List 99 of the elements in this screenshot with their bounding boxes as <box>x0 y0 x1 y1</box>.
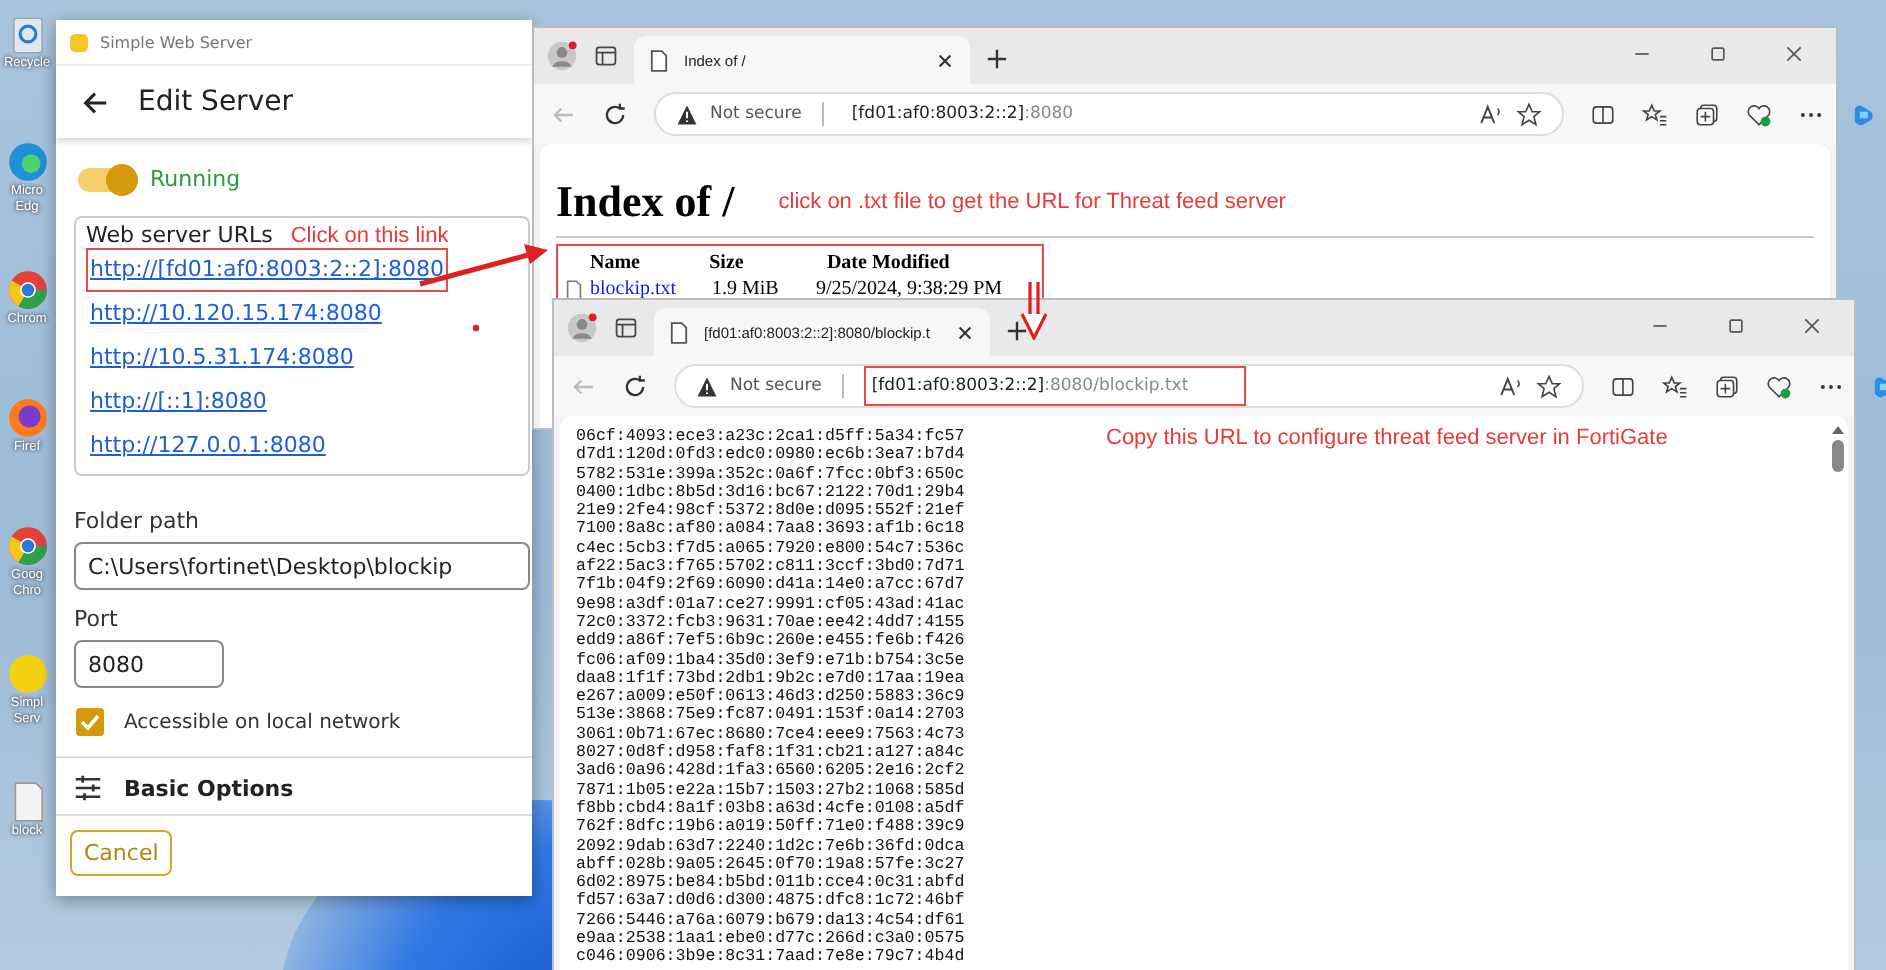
profile-icon[interactable] <box>546 40 578 72</box>
status-label: Running <box>150 166 241 192</box>
page-icon <box>670 321 688 343</box>
profile-icon[interactable] <box>566 312 598 344</box>
new-tab-icon[interactable] <box>986 48 1008 70</box>
text-line: 9e98:a3df:01a7:ce27:9991:cf05:43ad:41ac <box>576 595 965 614</box>
table-cell-text: 1.9 MiB <box>712 276 781 302</box>
column-header: Size <box>709 250 746 276</box>
table-cell-text: 9/25/2024, 9:38:29 PM <box>816 276 1005 302</box>
split-screen-icon[interactable] <box>1610 373 1636 399</box>
url-link[interactable]: http://10.5.31.174:8080 <box>86 336 358 380</box>
port-field[interactable]: 8080 <box>74 640 224 688</box>
checkbox[interactable] <box>76 708 104 736</box>
close-icon[interactable] <box>1802 316 1822 336</box>
window-title: Simple Web Server <box>100 33 253 51</box>
text-line: e267:a009:e50f:0613:46d3:d250:5883:36c9 <box>576 688 965 707</box>
app-icon <box>70 33 88 51</box>
field-label: Folder path <box>74 508 201 534</box>
checkbox-label: Accessible on local network <box>124 711 401 733</box>
text-line: d7d1:120d:0fd3:edc0:0980:ec6b:3ea7:b7d4 <box>576 446 965 466</box>
url-link[interactable]: http://127.0.0.1:8080 <box>86 424 330 468</box>
url-link[interactable]: http://[fd01:af0:8003:2::2]:8080 <box>86 248 448 292</box>
app-shortcut-icon[interactable] <box>5 524 49 568</box>
annotation-text: click on .txt file to get the URL for Threat feed server <box>778 190 1286 214</box>
text-line: 3061:0b71:67ec:8680:7ce4:eee9:7563:4c73 <box>576 725 965 744</box>
text-line: 21e9:2fe4:98cf:5372:8d0e:d095:552f:21ef <box>576 502 965 521</box>
security-label: Not secure <box>710 104 802 124</box>
column-header: Name <box>588 250 642 276</box>
text-line: 06cf:4093:ece3:a23c:2ca1:d5ff:5a34:fc57 <box>576 428 965 446</box>
refresh-icon[interactable] <box>602 101 628 127</box>
page-icon <box>650 49 668 71</box>
text-line: fd57:63a7:d0d6:d300:4875:dfc8:1c72:46bf <box>576 892 965 912</box>
star-icon[interactable] <box>1536 373 1562 399</box>
close-tab-icon[interactable] <box>936 51 954 69</box>
read-aloud-icon[interactable] <box>1478 101 1504 127</box>
text-line: 7100:8a8c:af80:a084:7aa8:3693:af1b:6c18 <box>576 520 965 540</box>
app-shortcut-icon[interactable] <box>5 396 49 440</box>
text-line: 2092:9dab:63d7:2240:1d2c:7e6b:36fd:0dca <box>576 837 965 856</box>
dot-mark <box>472 324 480 332</box>
text-line: c4ec:5cb3:f7d5:a065:7920:e800:54c7:536c <box>576 539 965 558</box>
url-link[interactable]: http://10.120.15.174:8080 <box>86 292 386 336</box>
security-label: Not secure <box>730 376 822 396</box>
text-line: fc06:af09:1ba4:35d0:3ef9:e71b:b754:3c5e <box>576 651 965 670</box>
warning-icon <box>676 103 698 125</box>
text-line: 762f:8dfc:19b6:a019:50ff:71e0:f488:39c9 <box>576 818 965 838</box>
column-header: Date Modified <box>824 250 952 276</box>
collections-icon[interactable] <box>1694 101 1720 127</box>
refresh-icon[interactable] <box>622 373 648 399</box>
heart-icon[interactable] <box>1766 373 1792 399</box>
favorites-icon[interactable] <box>1642 101 1668 127</box>
address-text: [fd01:af0:8003:2::2]:8080 <box>849 102 1076 128</box>
text-line: c046:0906:3b9e:8c31:7aad:7e8e:79c7:4b4d <box>576 948 965 968</box>
address-text: [fd01:af0:8003:2::2]:8080/blockip.txt <box>863 366 1247 406</box>
file-link[interactable]: blockip.txt <box>590 276 677 302</box>
text-line: e9aa:2538:1aa1:ebe0:d77c:266d:c3a0:0575 <box>576 930 965 949</box>
maximize-icon[interactable] <box>1726 316 1746 336</box>
favorites-icon[interactable] <box>1662 373 1688 399</box>
text-line: abff:028b:9a05:2645:0f70:19a8:57fe:3c27 <box>576 855 965 874</box>
text-line: 8027:0d8f:d958:faf8:1f31:cb21:a127:a84c <box>576 744 965 763</box>
text-line: 7f1b:04f9:2f69:6090:d41a:14e0:a7cc:67d7 <box>576 576 965 596</box>
sliders-icon <box>74 774 102 802</box>
maximize-icon[interactable] <box>1708 44 1728 64</box>
address-bar[interactable]: Not secure [fd01:af0:8003:2::2]:8080/blockip.txt <box>674 364 1584 408</box>
new-tab-icon[interactable] <box>1006 320 1028 342</box>
text-line: 0400:1dbc:8b5d:3d16:bc67:2122:70d1:29b4 <box>576 483 965 502</box>
page-heading: Edit Server <box>138 86 293 118</box>
annotation-text: Click on this link <box>290 224 449 248</box>
read-aloud-icon[interactable] <box>1498 373 1524 399</box>
section-title[interactable]: Basic Options <box>124 775 294 801</box>
text-line: 3ad6:0a96:428d:1fa3:6560:6205:2e16:2cf2 <box>576 762 965 782</box>
text-line: f8bb:cbd4:8a1f:03b8:a63d:4cfe:0108:a5df <box>576 799 965 818</box>
address-bar[interactable]: Not secure [fd01:af0:8003:2::2]:8080 <box>654 92 1564 136</box>
app-shortcut-icon[interactable] <box>5 268 49 312</box>
page-heading: Index of / <box>556 176 735 228</box>
text-line: af22:5ac3:f765:5702:c811:3ccf:3bd0:7d71 <box>576 558 965 577</box>
heart-icon[interactable] <box>1746 101 1772 127</box>
star-icon[interactable] <box>1516 101 1542 127</box>
text-line: 7266:5446:a76a:6079:b679:da13:4c54:df61 <box>576 911 965 930</box>
close-tab-icon[interactable] <box>956 323 974 341</box>
folder-path-field[interactable]: C:\Users\fortinet\Desktop\blockip <box>74 542 530 590</box>
text-line: edd9:a86f:7ef5:6b9c:260e:e455:fe6b:f426 <box>576 632 965 652</box>
tab-actions-icon[interactable] <box>594 44 618 68</box>
text-line: daa8:1f1f:73bd:2db1:9b2c:e7d0:17aa:19ea <box>576 669 965 688</box>
text-line: 513e:3868:75e9:fc87:0491:153f:0a14:2703 <box>576 706 965 726</box>
warning-icon <box>696 375 718 397</box>
text-line: 7871:1b05:e22a:15b7:1503:27b2:1068:585d <box>576 781 965 800</box>
text-line: 5782:531e:399a:352c:0a6f:7fcc:0bf3:650c <box>576 465 965 484</box>
close-icon[interactable] <box>1784 44 1804 64</box>
back-arrow-icon[interactable] <box>80 87 110 117</box>
card-title: Web server URLs <box>86 222 273 248</box>
tab-actions-icon[interactable] <box>614 316 638 340</box>
url-link[interactable]: http://[::1]:8080 <box>86 380 271 424</box>
field-label: Port <box>74 606 120 632</box>
running-toggle[interactable] <box>78 167 134 191</box>
collections-icon[interactable] <box>1714 373 1740 399</box>
annotation-text: Copy this URL to configure threat feed server in FortiGate <box>1106 426 1668 450</box>
text-line: 72c0:3372:fcb3:9631:70ae:ee42:4dd7:4155 <box>576 613 965 632</box>
text-line: 6d02:8975:be84:b5bd:011b:cce4:0c31:abfd <box>576 874 965 893</box>
split-screen-icon[interactable] <box>1590 101 1616 127</box>
